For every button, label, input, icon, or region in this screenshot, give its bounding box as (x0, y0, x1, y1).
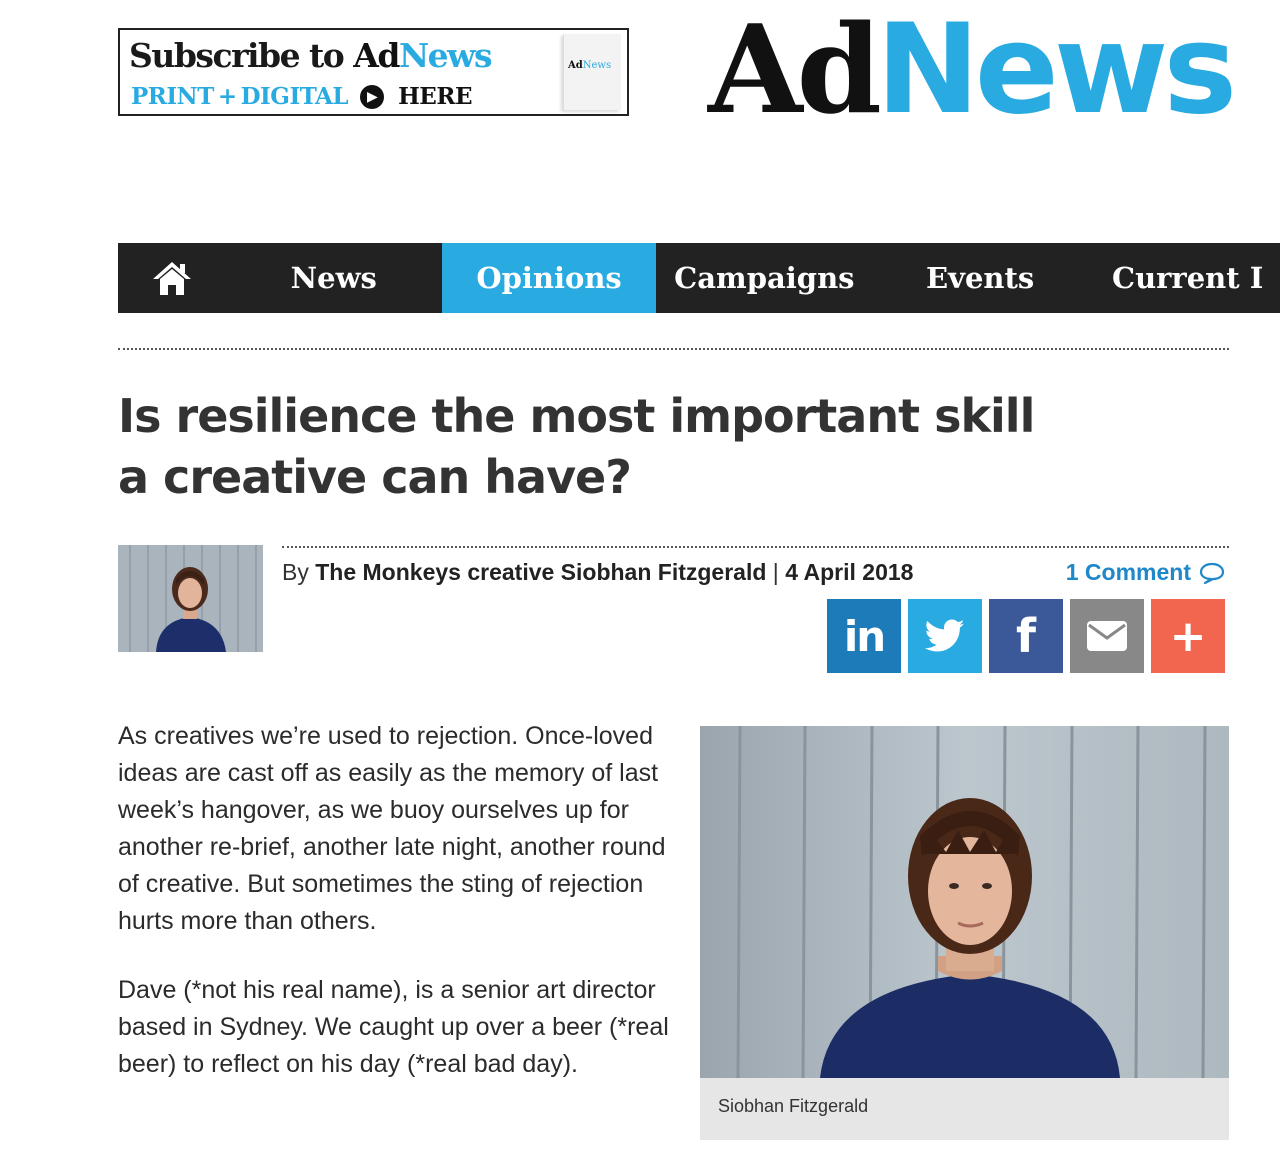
plus-icon: + (1169, 610, 1207, 662)
nav-campaigns[interactable]: Campaigns (656, 243, 872, 313)
subscribe-print: PRINT (131, 83, 214, 110)
article-figure: Siobhan Fitzgerald (700, 726, 1229, 1140)
nav-news[interactable]: News (226, 243, 442, 313)
divider (118, 348, 1229, 350)
email-icon (1087, 621, 1127, 651)
article-paragraph: As creatives we’re used to rejection. On… (118, 722, 666, 935)
subscribe-digital: DIGITAL (240, 83, 349, 110)
subscribe-plus: + (217, 83, 237, 110)
facebook-icon: f (1015, 609, 1036, 663)
nav-events[interactable]: Events (872, 243, 1088, 313)
twitter-icon (925, 619, 965, 652)
nav-current-issue[interactable]: Current I (1088, 243, 1280, 313)
author-name[interactable]: The Monkeys creative Siobhan Fitzgerald (315, 559, 766, 585)
comments-count: 1 Comment (1065, 559, 1191, 585)
comment-bubble-icon (1199, 562, 1225, 584)
main-nav: News Opinions Campaigns Events Current I (118, 243, 1280, 313)
share-email-button[interactable] (1070, 599, 1144, 673)
subscribe-subheading: PRINT + DIGITAL ▶ HERE (131, 83, 472, 110)
adnews-logo[interactable]: AdNews (708, 8, 1237, 132)
subscribe-ad: Ad (353, 36, 400, 75)
byline-divider (282, 546, 1229, 548)
share-more-button[interactable]: + (1151, 599, 1225, 673)
article-paragraph: Dave (*not his real name), is a senior a… (118, 976, 669, 1078)
figure-caption: Siobhan Fitzgerald (718, 1096, 869, 1116)
logo-ad: Ad (708, 0, 882, 141)
share-twitter-button[interactable] (908, 599, 982, 673)
publish-date: 4 April 2018 (785, 559, 914, 585)
home-icon (152, 262, 191, 295)
subscribe-news: News (398, 36, 493, 75)
subscribe-here: HERE (398, 83, 472, 110)
share-facebook-button[interactable]: f (989, 599, 1063, 673)
share-linkedin-button[interactable]: in (827, 599, 901, 673)
author-thumbnail[interactable] (118, 545, 263, 652)
linkedin-icon: in (843, 611, 886, 661)
author-photo[interactable] (700, 726, 1229, 1078)
article-body: As creatives we’re used to rejection. On… (118, 718, 678, 1115)
magazine-cover-thumbnail: AdNews (563, 34, 621, 110)
nav-opinions[interactable]: Opinions (441, 243, 657, 313)
byline-prefix: By (282, 559, 316, 585)
byline: By The Monkeys creative Siobhan Fitzgera… (282, 559, 913, 586)
comments-link[interactable]: 1 Comment (1066, 559, 1225, 586)
logo-news: News (875, 0, 1237, 142)
nav-home[interactable] (118, 243, 226, 313)
byline-separator: | (766, 559, 786, 585)
subscribe-banner[interactable]: Subscribe to AdNews PRINT + DIGITAL ▶ HE… (118, 28, 629, 116)
article-headline: Is resilience the most important skill a… (118, 389, 1035, 504)
subscribe-heading: Subscribe to AdNews (129, 36, 493, 75)
arrow-right-icon: ▶ (360, 84, 385, 109)
subscribe-prefix: Subscribe to (129, 36, 354, 75)
